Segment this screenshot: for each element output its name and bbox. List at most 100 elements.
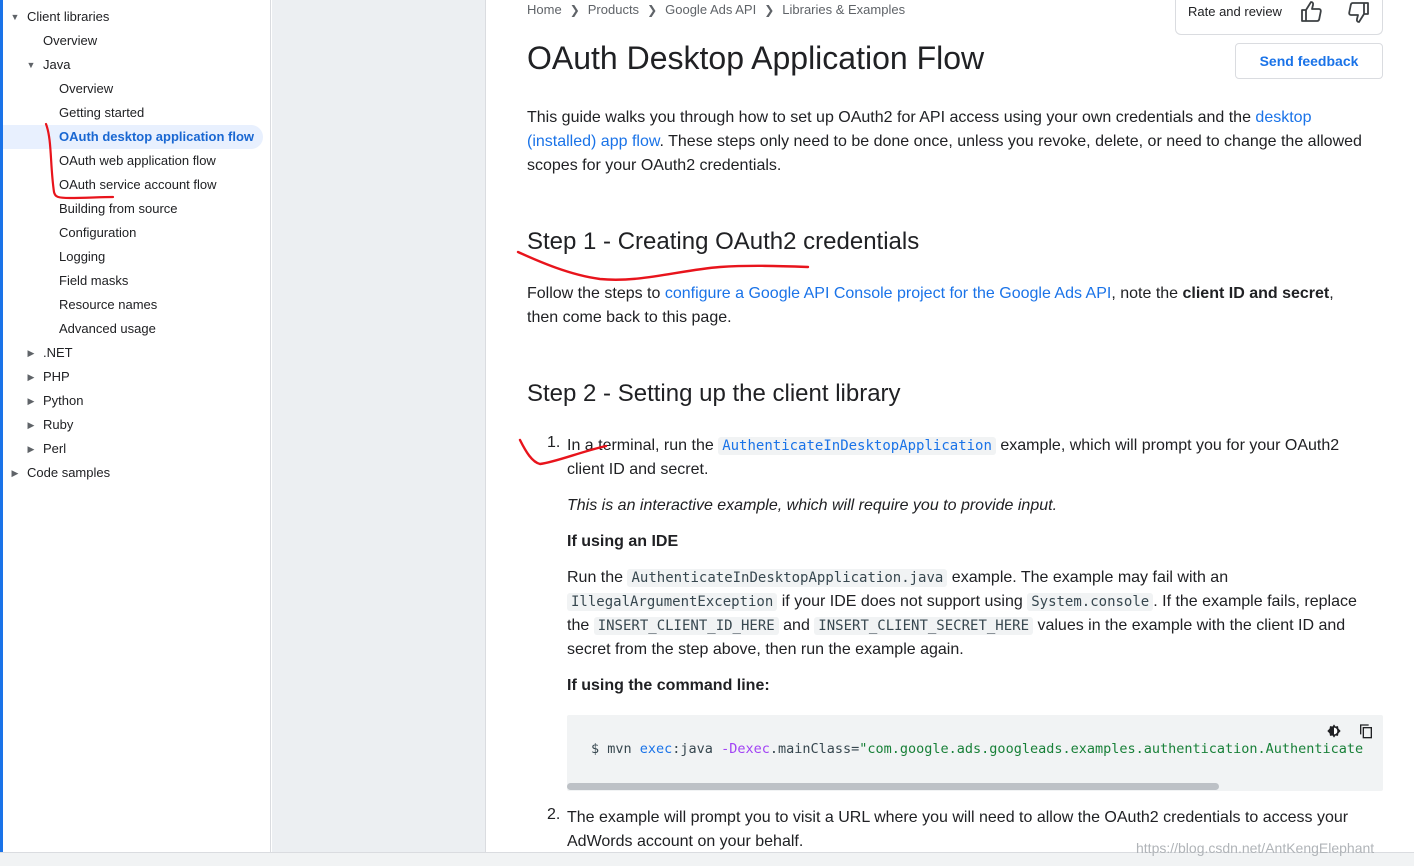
sidebar-item-python[interactable]: ▶ Python [25,389,265,413]
sidebar-item-overview[interactable]: Overview [43,29,97,53]
step1-heading: Step 1 - Creating OAuth2 credentials [527,228,920,255]
ide-heading: If using an IDE [567,533,679,550]
item-text: In a terminal, run the [567,437,719,454]
caret-down-icon: ▼ [10,12,20,22]
copy-icon[interactable] [1358,723,1374,739]
sidebar-item-advanced-usage[interactable]: Advanced usage [59,317,156,341]
code-inline: AuthenticateInDesktopApplication.java [627,569,948,587]
sidebar-item-label: Advanced usage [59,321,156,336]
sidebar-item-perl[interactable]: ▶ Perl [25,437,265,461]
cli-heading: If using the command line: [567,677,770,694]
watermark: https://blog.csdn.net/AntKengElephant [1136,840,1375,856]
sidebar-item-ruby[interactable]: ▶ Ruby [25,413,265,437]
code-inline: IllegalArgumentException [567,593,778,611]
breadcrumb-products[interactable]: Products [588,2,639,17]
code-token: .mainClass= [769,741,860,757]
sidebar-item-label: OAuth desktop application flow [59,129,254,144]
caret-down-icon: ▼ [26,60,36,70]
caret-right-icon: ▶ [27,420,35,430]
caret-right-icon: ▶ [11,468,19,478]
sidebar-item-code-samples[interactable]: ▶ Code samples [9,461,265,485]
sidebar-nav: ▼ Client libraries Overview ▼ Java Overv… [3,0,271,852]
sidebar-item-java[interactable]: ▼ Java [25,53,265,77]
sidebar-item-building-from-source[interactable]: Building from source [59,197,178,221]
breadcrumb: Home ❯ Products ❯ Google Ads API ❯ Libraries &… [527,2,905,17]
intro-paragraph: This guide walks you through how to set … [527,106,1367,178]
configure-console-link[interactable]: configure a Google API Console project f… [665,285,1112,302]
sidebar-item-client-libraries[interactable]: ▼ Client libraries [9,5,270,29]
list-number: 2. [547,806,561,823]
breadcrumb-google-ads-api[interactable]: Google Ads API [665,2,756,17]
sidebar-item-label: Code samples [27,465,111,480]
list-number: 1. [547,434,561,451]
ide-text: if your IDE does not support using [777,593,1028,610]
sidebar-item-label: Ruby [43,417,74,432]
sidebar-item-label: Python [43,393,84,408]
sidebar-item-dotnet[interactable]: ▶ .NET [25,341,265,365]
ide-paragraph: Run the AuthenticateInDesktopApplication… [567,566,1367,662]
caret-right-icon: ▶ [27,372,35,382]
chevron-right-icon: ❯ [764,3,775,17]
step1-bold-text: client ID and secret [1182,285,1330,302]
sidebar-item-oauth-desktop[interactable]: OAuth desktop application flow [3,125,263,149]
sidebar-item-label: PHP [43,369,70,384]
sidebar-item-label: Building from source [59,201,178,216]
ide-text: Run the [567,569,628,586]
code-inline: INSERT_CLIENT_ID_HERE [593,617,779,635]
sidebar-item-label: Resource names [59,297,158,312]
code-horizontal-scrollbar[interactable] [567,783,1219,790]
sidebar-item-oauth-web[interactable]: OAuth web application flow [59,149,216,173]
chevron-right-icon: ❯ [569,3,580,17]
sidebar-item-label: Overview [43,33,98,48]
step1-paragraph: Follow the steps to configure a Google A… [527,282,1367,330]
code-command-line: $ mvn exec:java -Dexec.mainClass="com.go… [591,741,1363,757]
thumbs-up-icon[interactable] [1300,0,1324,24]
thumbs-down-icon[interactable] [1346,0,1370,24]
step2-heading: Step 2 - Setting up the client library [527,380,901,407]
sidebar-item-label: OAuth service account flow [59,177,217,192]
caret-right-icon: ▶ [27,444,35,454]
ide-text: and [778,617,815,634]
step1-text: , note the [1111,285,1183,302]
sidebar-item-label: Getting started [59,105,145,120]
chevron-right-icon: ❯ [647,3,658,17]
sidebar-item-field-masks[interactable]: Field masks [59,269,128,293]
intro-text: This guide walks you through how to set … [527,109,1256,126]
step2-item1-text: In a terminal, run the AuthenticateInDes… [567,434,1367,482]
sidebar-item-label: Overview [59,81,114,96]
code-inline: INSERT_CLIENT_SECRET_HERE [814,617,1034,635]
code-token: $ mvn [591,741,640,757]
sidebar-item-getting-started[interactable]: Getting started [59,101,144,125]
sidebar-item-logging[interactable]: Logging [59,245,105,269]
main-content: Home ❯ Products ❯ Google Ads API ❯ Libraries &… [487,0,1414,852]
sidebar-item-label: Client libraries [27,9,110,24]
dark-mode-icon[interactable] [1326,723,1342,739]
breadcrumb-home[interactable]: Home [527,2,562,17]
page-title: OAuth Desktop Application Flow [527,40,985,76]
sidebar-item-php[interactable]: ▶ PHP [25,365,265,389]
sidebar-item-label: OAuth web application flow [59,153,216,168]
sidebar-item-resource-names[interactable]: Resource names [59,293,157,317]
authenticate-example-code[interactable]: AuthenticateInDesktopApplication [718,437,996,455]
sidebar-item-oauth-service[interactable]: OAuth service account flow [59,173,217,197]
caret-right-icon: ▶ [27,396,35,406]
sidebar-item-label: Logging [59,249,106,264]
sidebar-item-java-overview[interactable]: Overview [59,77,113,101]
ide-text: example. The example may fail with an [947,569,1229,586]
rate-and-review: Rate and review [1175,0,1383,35]
send-feedback-button[interactable]: Send feedback [1235,43,1383,79]
breadcrumb-libraries-examples[interactable]: Libraries & Examples [782,2,905,17]
interactive-note: This is an interactive example, which wi… [567,497,1058,514]
code-token: exec [639,741,673,757]
code-token: -Dexec [721,741,770,757]
code-token: "com.google.ads.googleads.examples.authe… [859,741,1364,757]
step1-text: Follow the steps to [527,285,665,302]
sidebar-item-label: Configuration [59,225,137,240]
sidebar-item-configuration[interactable]: Configuration [59,221,136,245]
code-inline: System.console [1027,593,1154,611]
code-block[interactable]: $ mvn exec:java -Dexec.mainClass="com.go… [567,715,1383,791]
code-token: :java [672,741,722,757]
sidebar-item-label: Java [43,57,71,72]
rate-label: Rate and review [1188,4,1282,19]
layout-gutter [272,0,486,852]
